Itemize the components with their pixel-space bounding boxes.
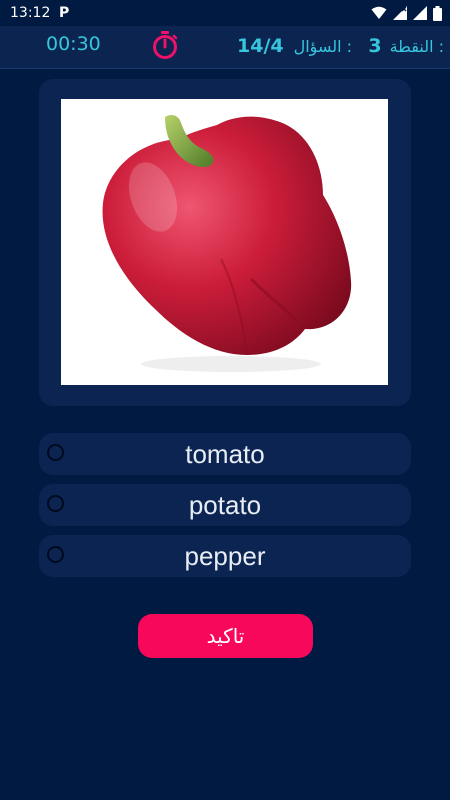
signal-icon [393, 6, 407, 20]
score-counter: 3 النقطة : [368, 35, 444, 57]
question-image-card [39, 79, 411, 406]
signal-icon [413, 6, 427, 20]
confirm-button[interactable]: تاكيد [138, 614, 313, 658]
answer-option-1[interactable]: tomato [39, 433, 411, 475]
battery-icon [433, 5, 442, 21]
answer-option-label: potato [188, 490, 262, 520]
question-label: السؤال : [293, 37, 353, 56]
score-label: النقطة : [389, 37, 444, 56]
status-bar: 13:12 P [0, 0, 450, 26]
question-counter: 14/4 السؤال : [237, 35, 352, 57]
notification-icon: P [59, 5, 70, 21]
status-icons [371, 5, 442, 21]
quiz-header: 00:30 14/4 السؤال : 3 النقطة : [0, 26, 450, 69]
answer-option-2[interactable]: potato [39, 484, 411, 526]
pepper-image [102, 115, 352, 372]
wifi-icon [371, 6, 387, 19]
answer-option-label: pepper [184, 541, 266, 571]
timer-text: 00:30 [46, 33, 101, 55]
answer-option-label: tomato [185, 439, 265, 469]
answer-option-3[interactable]: pepper [39, 535, 411, 577]
score-value: 3 [368, 35, 382, 57]
question-image [61, 99, 388, 385]
question-value: 14/4 [237, 35, 284, 57]
stopwatch-icon [153, 31, 178, 59]
status-time: 13:12 [10, 5, 51, 21]
